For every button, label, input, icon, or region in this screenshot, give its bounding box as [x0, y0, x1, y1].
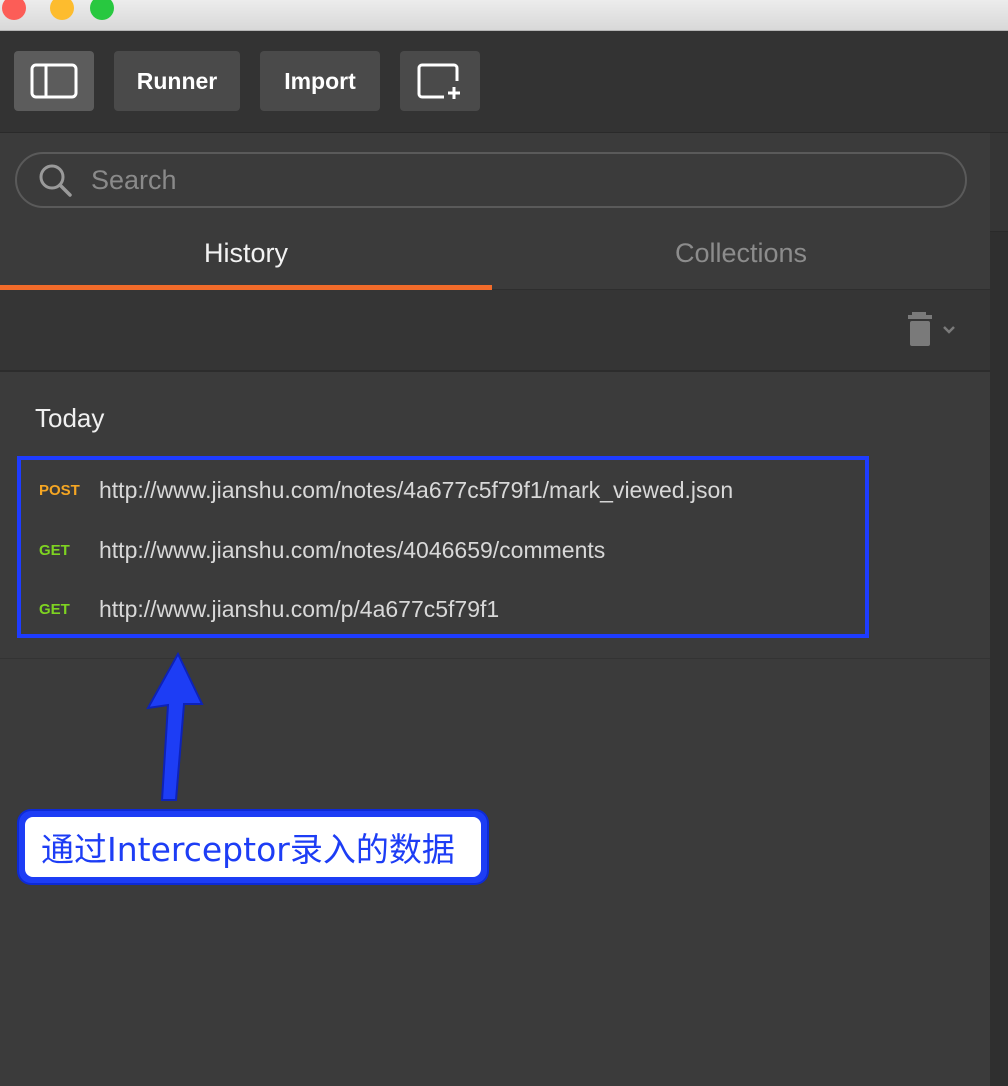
minimize-window-button[interactable]: [50, 0, 74, 20]
search-input[interactable]: [89, 163, 965, 197]
search-icon: [39, 164, 72, 197]
method-badge: POST: [39, 481, 80, 499]
tab-history[interactable]: History: [0, 217, 492, 290]
history-actions-bar: [0, 290, 990, 372]
history-list: POST http://www.jianshu.com/notes/4a677c…: [17, 456, 869, 638]
sidebar-tabs: History Collections: [0, 217, 990, 290]
up-arrow-icon: [146, 651, 204, 801]
request-url: http://www.jianshu.com/notes/4a677c5f79f…: [99, 476, 734, 503]
new-window-button[interactable]: [400, 51, 480, 111]
history-item[interactable]: POST http://www.jianshu.com/notes/4a677c…: [21, 460, 865, 520]
method-badge: GET: [39, 541, 70, 559]
toolbar: Runner Import: [0, 31, 1008, 134]
annotation-callout: 通过Interceptor录入的数据: [19, 811, 487, 883]
history-item[interactable]: GET http://www.jianshu.com/p/4a677c5f79f…: [21, 579, 865, 639]
close-window-button[interactable]: [2, 0, 26, 20]
main-pane-edge: [990, 133, 1008, 1086]
clear-history-button[interactable]: [906, 312, 962, 346]
window-titlebar: [0, 0, 1008, 31]
main-pane-header: [990, 133, 1008, 232]
trash-icon: [908, 312, 955, 346]
sidebar: History Collections Today POST http://ww…: [0, 133, 990, 1086]
method-badge: GET: [39, 600, 70, 618]
search-box[interactable]: [15, 152, 967, 208]
history-item[interactable]: GET http://www.jianshu.com/notes/4046659…: [21, 520, 865, 580]
sidebar-toggle-button[interactable]: [14, 51, 94, 111]
history-group-label: Today: [35, 403, 105, 433]
request-url: http://www.jianshu.com/notes/4046659/com…: [99, 536, 606, 563]
new-window-icon: [417, 63, 460, 99]
runner-button[interactable]: Runner: [114, 51, 240, 111]
tab-collections[interactable]: Collections: [495, 217, 987, 289]
annotation-text: 通过Interceptor录入的数据: [25, 817, 481, 877]
zoom-window-button[interactable]: [90, 0, 114, 20]
sidebar-toggle-icon: [30, 63, 78, 99]
request-url: http://www.jianshu.com/p/4a677c5f79f1: [99, 595, 500, 622]
import-button[interactable]: Import: [260, 51, 380, 111]
